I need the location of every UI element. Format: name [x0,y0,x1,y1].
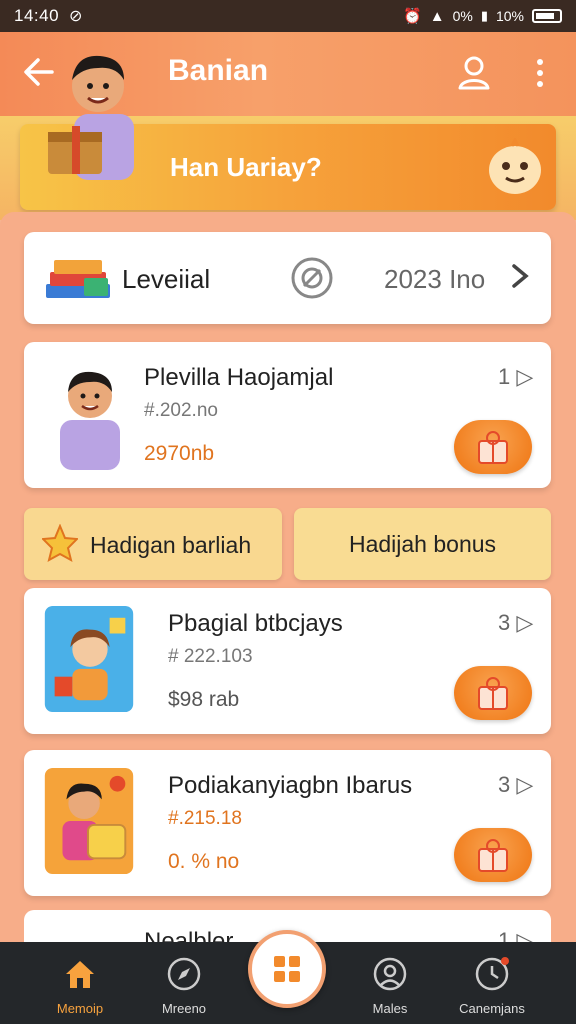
list-item[interactable]: Pbagial btbcjays # 222.103 $98 rab 3 ▷ [24,588,551,734]
nav-canemjans[interactable]: Canemjans [442,956,542,1016]
more-vertical-icon [537,59,543,87]
item-name: Plevilla Haojamjal [144,364,334,391]
mascot-icon [489,138,541,194]
alarm-icon: ⏰ [403,8,422,25]
item-thumbnail [60,371,120,470]
user-circle-icon [373,957,407,991]
nav-label: Mreeno [161,1001,207,1016]
star-icon [42,524,78,562]
item-code: # 222.103 [168,646,253,667]
gift-button[interactable] [454,666,532,720]
more-options-button[interactable] [528,54,552,92]
center-menu-button[interactable] [248,930,326,1008]
books-icon [46,260,110,298]
play-outline-icon: ▷ [516,610,534,635]
rank-number: 1 [498,364,511,389]
level-card[interactable]: Leveiial 2023 Ino [24,232,551,324]
level-label: Leveiial [122,264,211,294]
banner-text: Han Uariay? [170,152,322,182]
nav-explore[interactable]: Mreeno [134,956,234,1016]
item-price: 2970nb [144,442,215,465]
gift-icon [478,431,508,464]
item-rank[interactable]: 1 ▷ [498,364,533,390]
nav-label: Males [372,1001,408,1016]
grid-icon [274,956,300,982]
rank-number: 3 [498,610,511,635]
nav-males[interactable]: Males [340,956,440,1016]
home-icon [66,961,94,988]
wifi-icon: ▲ [429,7,445,25]
page-title: Banian [168,54,269,87]
list-item[interactable]: Podiakanyiagbn Ibarus #.215.18 0. % no 3… [24,750,551,896]
signal-text: 0% [452,8,473,24]
item-name: Pbagial btbcjays [168,610,343,637]
battery-text: 10% [495,8,524,24]
item-thumbnail [44,768,134,875]
tab-label: Hadigan barliah [90,532,252,558]
compass-icon [167,957,201,991]
tab-label: Hadijah bonus [348,530,497,557]
item-name: Podiakanyiagbn Ibarus [168,772,413,799]
level-date: 2023 Ino [384,264,486,294]
battery-icon [532,9,562,23]
clock-icon [475,957,509,991]
gift-icon [478,839,508,872]
item-price: $98 rab [168,688,240,711]
item-thumbnail [44,606,134,713]
item-rank[interactable]: 3 ▷ [498,610,533,636]
nav-home[interactable]: Memoip [30,956,130,1016]
nav-label: Canemjans [459,1001,525,1016]
tab-bonus[interactable]: Hadijah bonus [294,508,551,580]
do-not-disturb-icon: ⊘ [69,8,83,25]
item-price: 0. % no [168,850,240,873]
item-rank[interactable]: 3 ▷ [498,772,533,798]
list-item[interactable]: Plevilla Haojamjal #.202.no 2970nb 1 ▷ [24,342,551,488]
play-outline-icon: ▷ [516,364,534,389]
user-icon [458,56,490,90]
status-time: 14:40 [14,6,60,25]
profile-button[interactable] [456,54,492,92]
chevron-right-icon[interactable] [510,262,530,297]
item-code: #.215.18 [168,808,242,829]
rank-number: 3 [498,772,511,797]
gift-icon [478,677,508,710]
item-code: #.202.no [144,400,218,421]
target-icon [291,257,333,299]
character-avatar [48,55,134,180]
status-bar: 14:40 ⊘ ⏰ ▲ 0% ▮ 10% [0,0,576,32]
sim-icon: ▮ [480,8,488,23]
tab-hadigan[interactable]: Hadigan barliah [24,508,282,580]
nav-label: Memoip [56,1001,104,1016]
gift-button[interactable] [454,828,532,882]
gift-button[interactable] [454,420,532,474]
play-outline-icon: ▷ [516,772,534,797]
